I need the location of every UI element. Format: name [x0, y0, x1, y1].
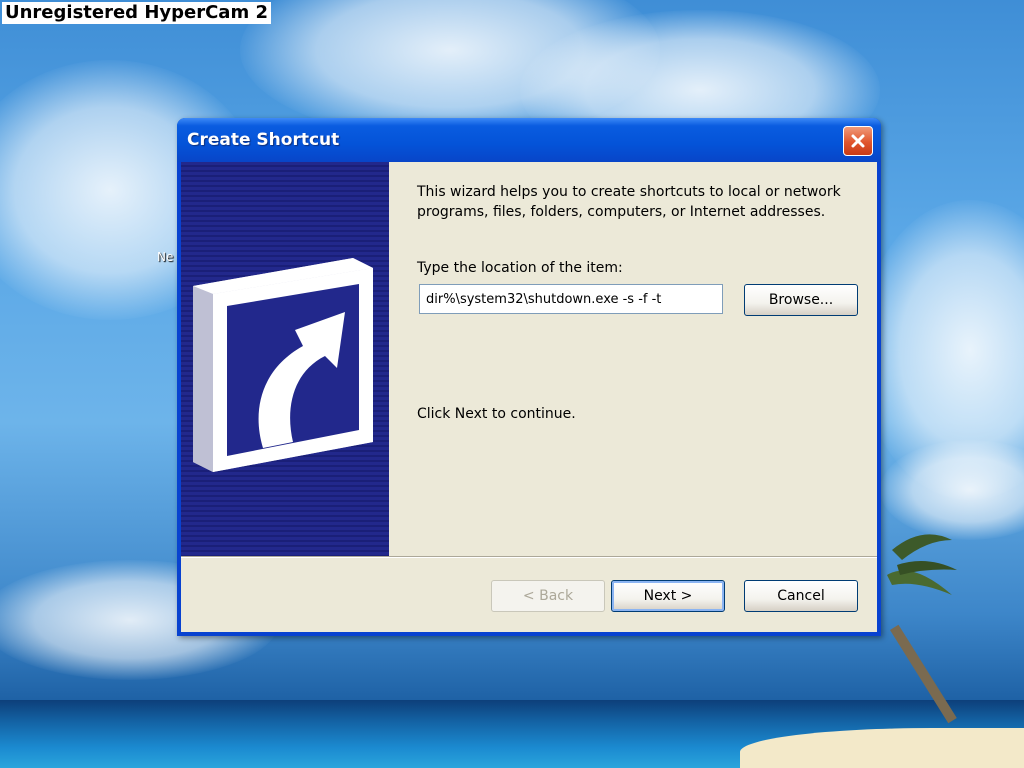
close-icon [851, 134, 865, 148]
shortcut-arrow-icon [193, 258, 373, 472]
continue-text: Click Next to continue. [417, 406, 576, 422]
dialog-titlebar[interactable]: Create Shortcut [177, 118, 881, 162]
cancel-button[interactable]: Cancel [744, 580, 858, 612]
dialog-body: This wizard helps you to create shortcut… [181, 162, 877, 632]
desktop-icon-label[interactable]: Ne [157, 250, 173, 264]
intro-text: This wizard helps you to create shortcut… [417, 184, 841, 220]
wizard-banner [181, 162, 389, 556]
browse-button[interactable]: Browse... [744, 284, 858, 316]
location-input[interactable] [419, 284, 723, 314]
wizard-content: This wizard helps you to create shortcut… [417, 182, 857, 222]
back-button[interactable]: < Back [491, 580, 605, 612]
location-label: Type the location of the item: [417, 260, 623, 276]
desktop-background: Unregistered HyperCam 2 Ne Create Shortc… [0, 0, 1024, 768]
create-shortcut-dialog: Create Shortcut This wizard helps you to… [177, 118, 881, 636]
recording-watermark: Unregistered HyperCam 2 [2, 2, 272, 24]
palm-tree-leaves [887, 534, 957, 595]
footer-separator [181, 556, 877, 558]
dialog-title: Create Shortcut [187, 130, 340, 150]
close-button[interactable] [843, 126, 873, 156]
next-button[interactable]: Next > [611, 580, 725, 612]
